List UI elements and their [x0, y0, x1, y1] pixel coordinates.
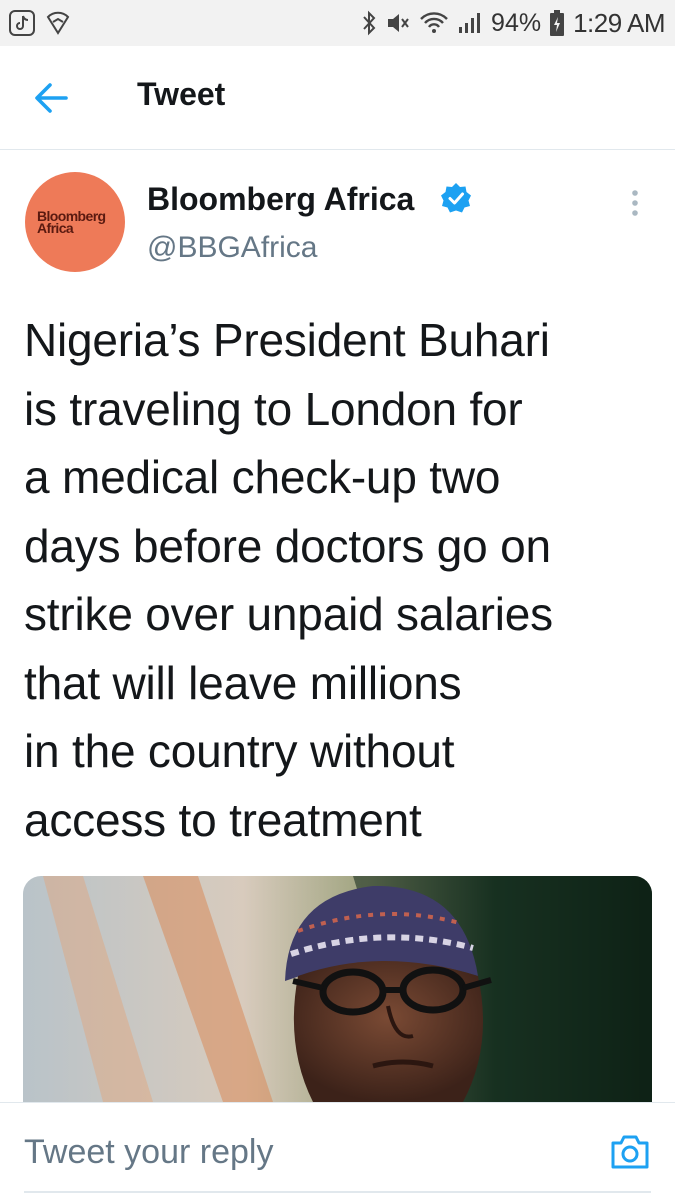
tweet-text-line: is traveling to London for: [24, 382, 523, 435]
battery-charging-icon: [549, 9, 565, 37]
top-app-bar: Tweet: [0, 46, 675, 150]
tiktok-icon: [8, 9, 36, 37]
tweet-text-line: a medical check-up two: [24, 451, 501, 503]
wifi-icon: [419, 11, 449, 35]
author-handle[interactable]: @BBGAfrica: [147, 231, 318, 265]
tweet-text-line: strike over unpaid salaries: [24, 588, 553, 640]
status-bar-right: 94% 1:29 AM: [361, 8, 665, 39]
battery-percent: 94%: [491, 8, 542, 37]
portrait-photo-illustration: [23, 876, 652, 1102]
tweet-text-line: access to treatment: [24, 793, 422, 846]
avatar-logo-text: Bloomberg Africa: [37, 208, 106, 236]
clock: 1:29 AM: [573, 7, 665, 38]
reply-input[interactable]: [24, 1133, 584, 1172]
page-title: Tweet: [137, 76, 226, 112]
tweet-text-line: that will leave millions: [24, 656, 462, 709]
arrow-left-icon: [30, 80, 70, 116]
tweet-text-line: days before doctors go on: [24, 519, 551, 572]
camera-icon: [609, 1133, 651, 1171]
more-vertical-icon: [620, 186, 650, 222]
camera-button[interactable]: [609, 1133, 651, 1171]
signal-icon: [457, 11, 483, 35]
vpn-shield-icon: [44, 9, 72, 37]
status-bar: 94% 1:29 AM: [0, 0, 675, 46]
mute-icon: [385, 10, 411, 36]
tweet-text-line: Nigeria’s President Buhari: [24, 314, 550, 366]
author-display-name[interactable]: Bloomberg Africa: [147, 181, 414, 218]
tweet-photo[interactable]: [23, 876, 652, 1102]
avatar[interactable]: Bloomberg Africa: [25, 172, 125, 272]
reply-bar: [0, 1102, 675, 1200]
verified-badge-icon: [440, 182, 472, 214]
tweet-text-line: in the country without: [24, 725, 455, 777]
tweet-text: Nigeria’s President Buhari is traveling …: [24, 306, 654, 854]
status-bar-left: [8, 9, 72, 37]
back-button[interactable]: [30, 80, 70, 116]
bluetooth-icon: [361, 10, 377, 36]
divider: [24, 1191, 651, 1193]
more-options-button[interactable]: [620, 186, 650, 222]
